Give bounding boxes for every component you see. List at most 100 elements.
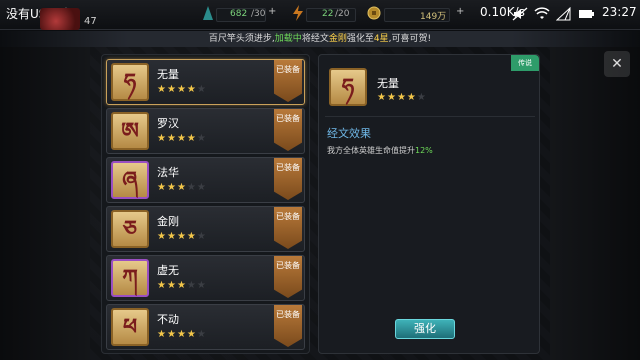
close-icon: ✕ bbox=[611, 56, 623, 72]
stamina-value: 682 bbox=[230, 9, 248, 19]
star-icon: ★ bbox=[157, 133, 167, 144]
gold-resource: 149万 bbox=[384, 6, 454, 24]
scripture-list-item[interactable]: ཨ 罗汉 ★★★★★ 已装备 bbox=[106, 108, 305, 154]
notice-loading: 加载中 bbox=[274, 34, 302, 44]
star-icon: ★ bbox=[186, 182, 197, 193]
scripture-name: 金刚 bbox=[157, 215, 179, 228]
avatar-icon bbox=[40, 8, 80, 30]
star-icon: ★ bbox=[186, 133, 197, 144]
star-rating: ★★★★★ bbox=[157, 133, 207, 144]
notice-mid: 将经文 bbox=[301, 34, 329, 44]
star-icon: ★ bbox=[186, 231, 197, 242]
scripture-list-item[interactable]: ཅ 金刚 ★★★★★ 已装备 bbox=[106, 206, 305, 252]
scripture-glyph-icon: ཧ bbox=[123, 69, 137, 95]
scripture-list-item[interactable]: ཧ 无量 ★★★★★ 已装备 bbox=[106, 59, 305, 105]
notice-mid2: 强化至 bbox=[346, 34, 374, 44]
star-icon: ★ bbox=[166, 182, 177, 193]
star-icon: ★ bbox=[157, 84, 167, 95]
notice-item: 金刚 bbox=[328, 34, 347, 44]
star-icon: ★ bbox=[196, 280, 207, 291]
notice-level: 4星 bbox=[373, 34, 389, 44]
star-icon: ★ bbox=[196, 182, 207, 193]
scripture-name: 罗汉 bbox=[157, 117, 179, 130]
scripture-glyph-icon: ཧ bbox=[341, 74, 355, 100]
equipped-tag: 已装备 bbox=[274, 158, 302, 200]
equipped-tag: 已装备 bbox=[274, 207, 302, 249]
wifi-icon bbox=[534, 6, 550, 20]
scripture-name: 虚无 bbox=[157, 264, 179, 277]
star-icon: ★ bbox=[176, 133, 187, 144]
star-icon: ★ bbox=[186, 280, 197, 291]
close-button[interactable]: ✕ bbox=[604, 51, 630, 77]
scripture-list-item[interactable]: ཞ 法华 ★★★★★ 已装备 bbox=[106, 157, 305, 203]
notice-suffix: ,可喜可贺! bbox=[388, 34, 432, 44]
star-icon: ★ bbox=[186, 329, 197, 340]
star-icon: ★ bbox=[196, 329, 207, 340]
scripture-name: 不动 bbox=[157, 313, 179, 326]
scripture-name: 法华 bbox=[157, 166, 179, 179]
scripture-scroll-icon: ཧ bbox=[329, 68, 367, 106]
gold-value: 149万 bbox=[420, 12, 447, 22]
star-rating: ★★★★★ bbox=[157, 84, 207, 95]
top-bar: 没有USIM卡 47 682 /30 + 22 /20 149万 + 0.10K… bbox=[0, 0, 640, 30]
star-icon: ★ bbox=[176, 329, 187, 340]
star-icon: ★ bbox=[166, 84, 177, 95]
add-stamina-button[interactable]: + bbox=[268, 6, 276, 24]
scripture-detail-panel: 传说 ཧ 无量 ★★★★★ 经文效果 我方全体英雄生命值提升12% 强化 bbox=[318, 54, 540, 354]
battery-icon bbox=[578, 6, 594, 20]
mute-icon bbox=[512, 6, 528, 21]
effect-value: 12% bbox=[415, 146, 433, 155]
star-icon: ★ bbox=[166, 329, 177, 340]
scripture-list-item[interactable]: ཀ 虚无 ★★★★★ 已装备 bbox=[106, 255, 305, 301]
star-icon: ★ bbox=[166, 231, 177, 242]
player-avatar[interactable]: 47 bbox=[40, 8, 98, 30]
star-icon: ★ bbox=[396, 92, 407, 103]
scripture-glyph-icon: ཨ bbox=[121, 118, 139, 144]
add-gold-button[interactable]: + bbox=[456, 6, 464, 24]
stamina-max: /30 bbox=[251, 9, 266, 19]
star-icon: ★ bbox=[157, 329, 167, 340]
equipped-tag: 已装备 bbox=[274, 109, 302, 151]
star-icon: ★ bbox=[196, 84, 207, 95]
star-icon: ★ bbox=[386, 92, 397, 103]
scripture-name: 无量 bbox=[157, 68, 179, 81]
star-icon: ★ bbox=[166, 133, 177, 144]
star-icon: ★ bbox=[176, 231, 187, 242]
scripture-glyph-icon: ཞ bbox=[122, 167, 138, 193]
equipped-tag: 已装备 bbox=[274, 305, 302, 347]
scripture-list[interactable]: ཧ 无量 ★★★★★ 已装备 ཨ 罗汉 ★★★★★ 已装备 ཞ 法华 ★★★★★ 已装备 ཅ 金刚 ★★★★… bbox=[101, 54, 310, 354]
scripture-scroll-icon: ཧ bbox=[111, 63, 149, 101]
star-rating: ★★★★★ bbox=[157, 329, 207, 340]
detail-header: ཧ 无量 ★★★★★ bbox=[325, 61, 535, 117]
star-icon: ★ bbox=[157, 231, 167, 242]
star-rating: ★★★★★ bbox=[157, 231, 207, 242]
left-decoration bbox=[0, 47, 90, 360]
star-icon: ★ bbox=[196, 133, 207, 144]
star-icon: ★ bbox=[186, 84, 197, 95]
star-icon: ★ bbox=[157, 182, 167, 193]
star-icon: ★ bbox=[406, 92, 417, 103]
star-rating: ★★★★★ bbox=[157, 182, 207, 193]
player-level: 47 bbox=[84, 16, 97, 27]
scripture-list-item[interactable]: ཕ 不动 ★★★★★ 已装备 bbox=[106, 304, 305, 350]
scripture-glyph-icon: ཅ bbox=[123, 216, 137, 242]
announcement-banner: 百尺竿头须进步,加载中将经文金刚强化至4星,可喜可贺! bbox=[0, 31, 640, 47]
star-icon: ★ bbox=[377, 92, 387, 103]
signal-icon bbox=[555, 6, 572, 21]
energy-resource: 22 /20 bbox=[306, 6, 358, 24]
star-icon: ★ bbox=[166, 280, 177, 291]
right-decoration bbox=[550, 47, 640, 360]
notice-prefix: 百尺竿头须进步, bbox=[208, 34, 275, 44]
scripture-scroll-icon: ཞ bbox=[111, 161, 149, 199]
star-icon: ★ bbox=[157, 280, 167, 291]
enhance-button[interactable]: 强化 bbox=[395, 319, 455, 339]
energy-max: /20 bbox=[335, 9, 350, 19]
effect-description: 我方全体英雄生命值提升12% bbox=[327, 145, 433, 156]
star-icon: ★ bbox=[176, 182, 187, 193]
star-rating: ★★★★★ bbox=[157, 280, 207, 291]
energy-icon bbox=[290, 4, 306, 22]
star-icon: ★ bbox=[176, 280, 187, 291]
scripture-scroll-icon: ཨ bbox=[111, 112, 149, 150]
stamina-resource: 682 /30 bbox=[216, 6, 270, 24]
scripture-glyph-icon: ཕ bbox=[122, 314, 138, 340]
